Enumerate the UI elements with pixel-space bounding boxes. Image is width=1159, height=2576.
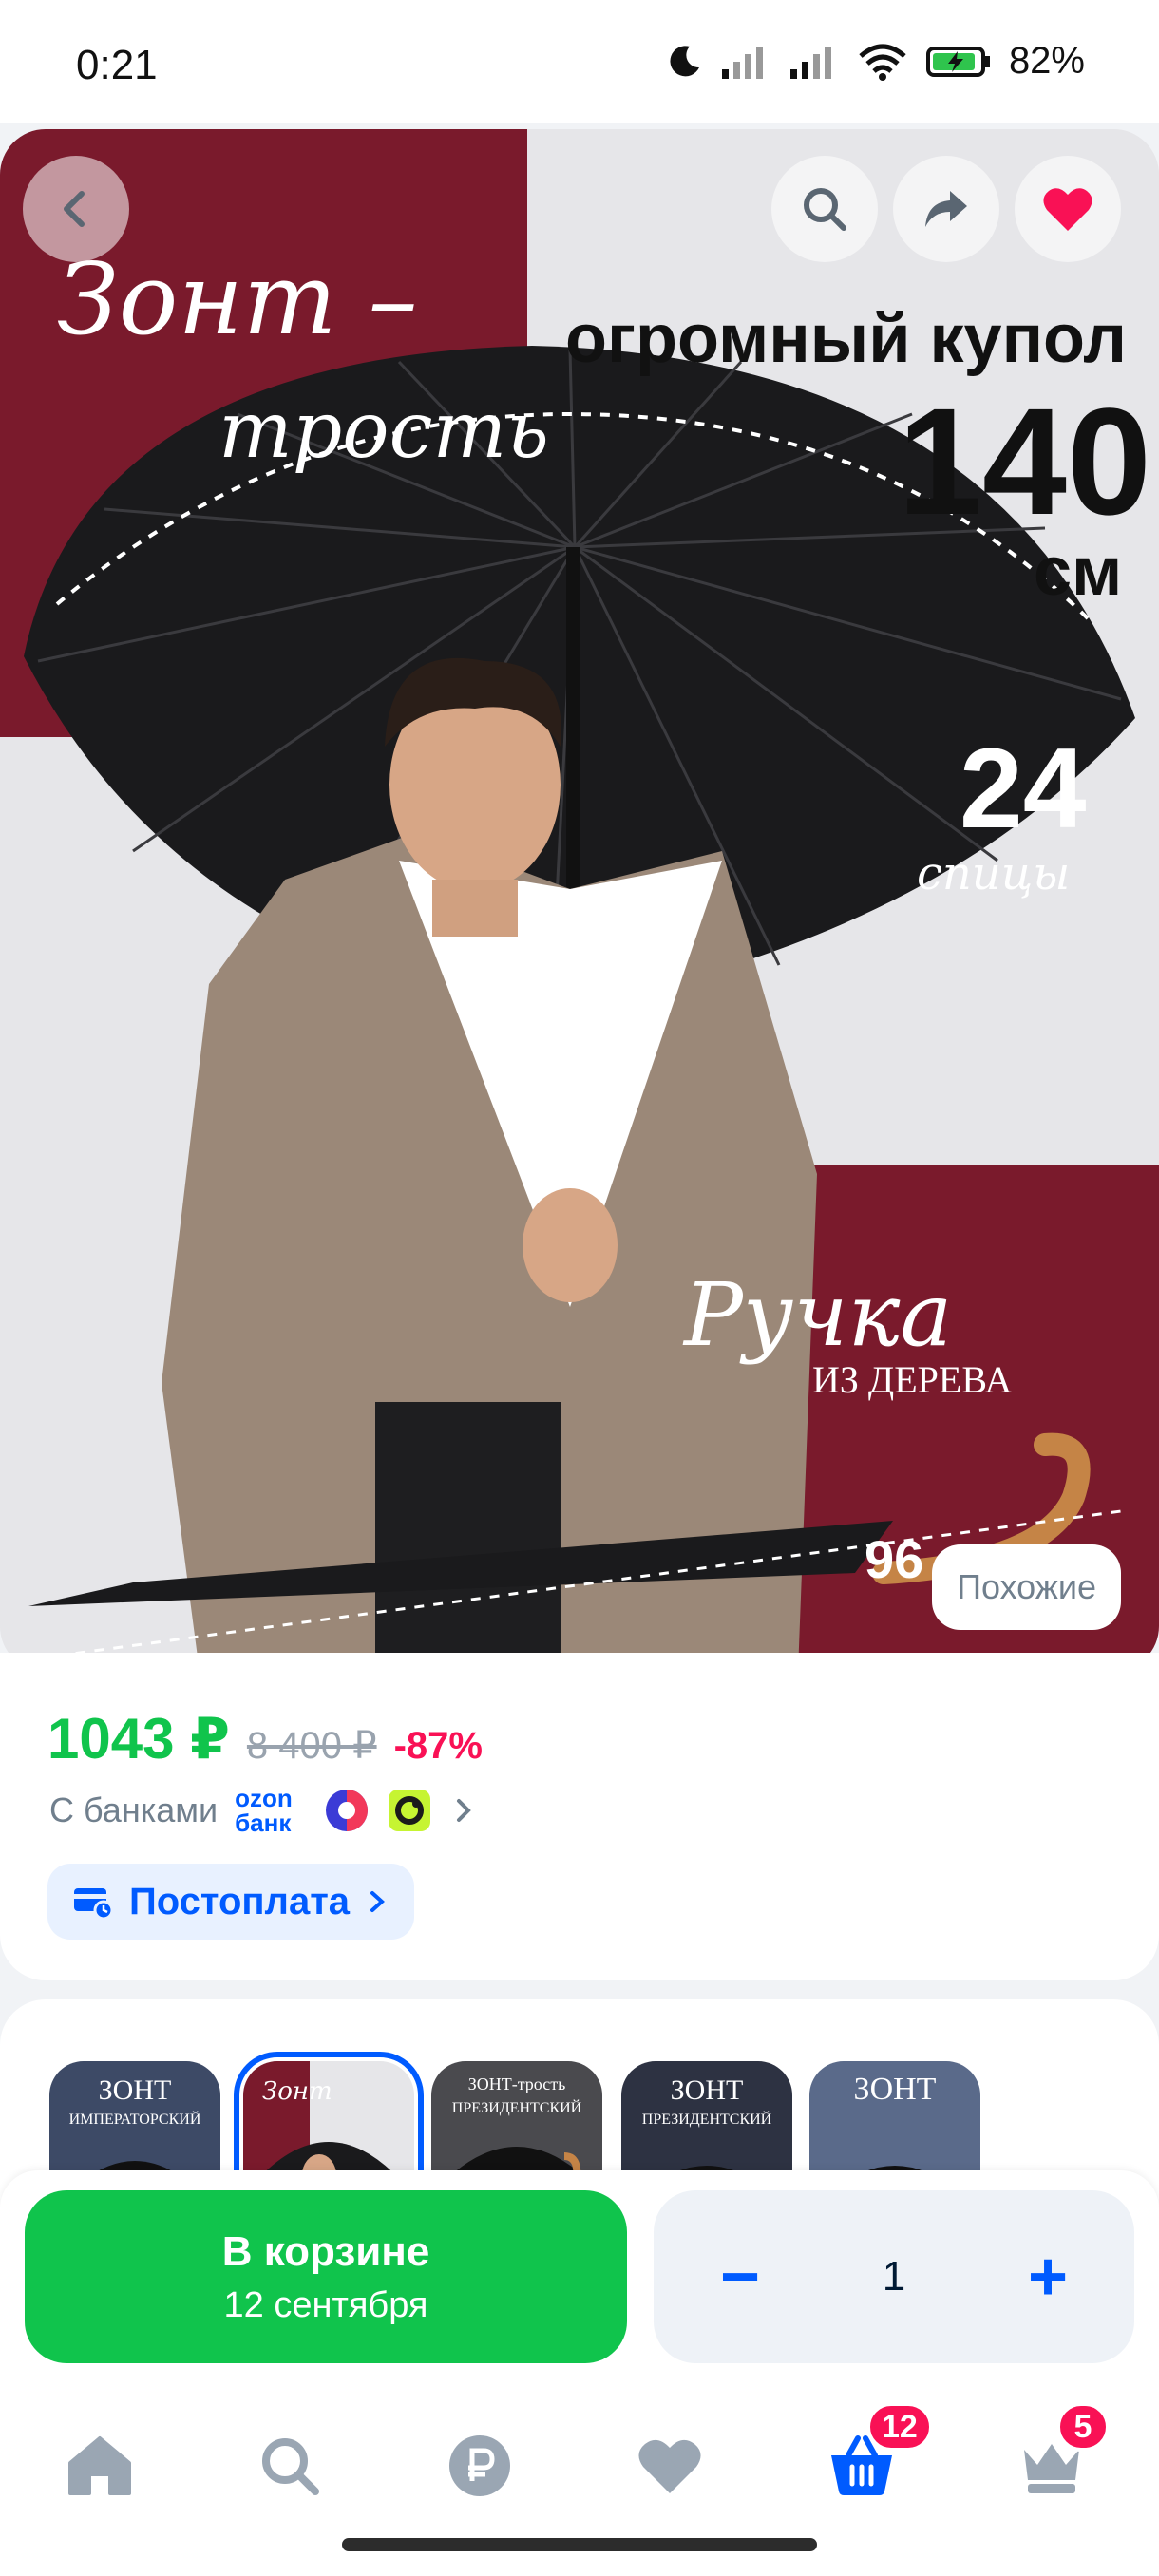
decrease-button[interactable]: − — [707, 2243, 773, 2311]
old-price: 8 400 ₽ — [246, 1725, 377, 1767]
share-button[interactable] — [893, 156, 999, 262]
heart-icon — [638, 2439, 701, 2493]
home-icon — [68, 2436, 131, 2495]
tab-search[interactable] — [247, 2423, 332, 2509]
svg-text:ИМПЕРАТОРСКИЙ: ИМПЕРАТОРСКИЙ — [69, 2110, 201, 2128]
cart-count-badge: 12 — [866, 2402, 933, 2452]
hero-dome-label: огромный купол — [565, 301, 1127, 377]
signal-icon — [721, 46, 763, 79]
delivery-date: 12 сентября — [223, 2284, 428, 2325]
quantity-value: 1 — [882, 2253, 906, 2300]
status-time: 0:21 — [76, 42, 158, 88]
battery-icon — [925, 46, 990, 77]
search-icon — [804, 188, 846, 231]
in-cart-label: В корзине — [221, 2227, 430, 2275]
price-card: 1043 ₽ 8 400 ₽ -87% С банками ozon банк … — [0, 1653, 1159, 1980]
hero-spokes-label: спицы — [917, 847, 1070, 900]
share-icon — [925, 191, 967, 227]
ruble-icon — [449, 2435, 510, 2496]
chevron-right-icon — [370, 1891, 386, 1912]
svg-text:ЗОНТ: ЗОНТ — [99, 2074, 172, 2106]
card-clock-icon — [74, 1888, 114, 1921]
postpay-button[interactable]: Постоплата — [48, 1864, 415, 1940]
hero-title-line1: Зонт – — [57, 241, 418, 357]
hero-spokes-count: 24 — [960, 725, 1087, 852]
similar-button[interactable]: Похожие — [932, 1544, 1121, 1630]
chevron-right-icon — [457, 1799, 471, 1822]
ozon-bank-logo: ozon банк — [235, 1784, 293, 1837]
hero-dome-unit: см — [1034, 534, 1122, 610]
hero-dome-size: 140 — [898, 376, 1151, 546]
svg-text:ЗОНТ-трость: ЗОНТ-трость — [468, 2074, 566, 2093]
tab-favorites[interactable] — [627, 2423, 712, 2509]
favorite-button[interactable] — [1015, 156, 1121, 262]
increase-button[interactable]: + — [1015, 2243, 1081, 2311]
product-image[interactable]: Зонт – трость огромный купол 140 см 24 с… — [0, 129, 1159, 1672]
home-indicator[interactable] — [342, 2538, 817, 2551]
status-bar: 0:21 82% — [0, 0, 1159, 123]
price-row: 1043 ₽ 8 400 ₽ -87% — [48, 1706, 483, 1772]
status-icons: 82% — [665, 40, 1085, 83]
postpay-label: Постоплата — [129, 1880, 351, 1923]
hero-handle-line2: ИЗ ДЕРЕВА — [812, 1358, 1012, 1401]
profile-badge: 5 — [1056, 2402, 1110, 2452]
tab-home[interactable] — [57, 2423, 142, 2509]
banks-label: С банками — [49, 1790, 218, 1829]
svg-text:ПРЕЗИДЕНТСКИЙ: ПРЕЗИДЕНТСКИЙ — [452, 2098, 582, 2116]
heart-icon — [1043, 188, 1092, 231]
svg-text:ЗОНТ: ЗОНТ — [671, 2074, 744, 2106]
tab-profile[interactable]: 5 — [1009, 2402, 1110, 2509]
banks-row[interactable]: С банками ozon банк — [49, 1786, 478, 1835]
tab-finance[interactable] — [437, 2423, 522, 2509]
product-photo: Зонт – трость огромный купол 140 см 24 с… — [0, 129, 1159, 1672]
discount-badge: -87% — [393, 1725, 483, 1767]
in-cart-button[interactable]: В корзине 12 сентября — [25, 2190, 627, 2363]
chevron-left-icon — [64, 191, 85, 227]
back-button[interactable] — [23, 156, 129, 262]
signal-icon-2 — [789, 46, 831, 79]
bank-logo-green-icon — [389, 1790, 431, 1831]
moon-icon — [670, 45, 699, 76]
wifi-icon — [859, 44, 906, 81]
svg-text:Зонт: Зонт — [262, 2077, 332, 2106]
search-button[interactable] — [771, 156, 878, 262]
hero-handle-line1: Ручка — [682, 1264, 952, 1366]
search-icon — [262, 2438, 319, 2495]
quantity-stepper: − 1 + — [654, 2190, 1134, 2363]
current-price: 1043 ₽ — [48, 1707, 230, 1771]
tab-cart[interactable]: 12 — [819, 2402, 933, 2509]
svg-text:ЗОНТ: ЗОНТ — [854, 2072, 937, 2107]
battery-level: 82% — [1008, 40, 1085, 82]
svg-text:ПРЕЗИДЕНТСКИЙ: ПРЕЗИДЕНТСКИЙ — [642, 2110, 772, 2128]
bank-logo-icon — [326, 1790, 369, 1831]
hero-title-line2: трость — [218, 386, 549, 476]
